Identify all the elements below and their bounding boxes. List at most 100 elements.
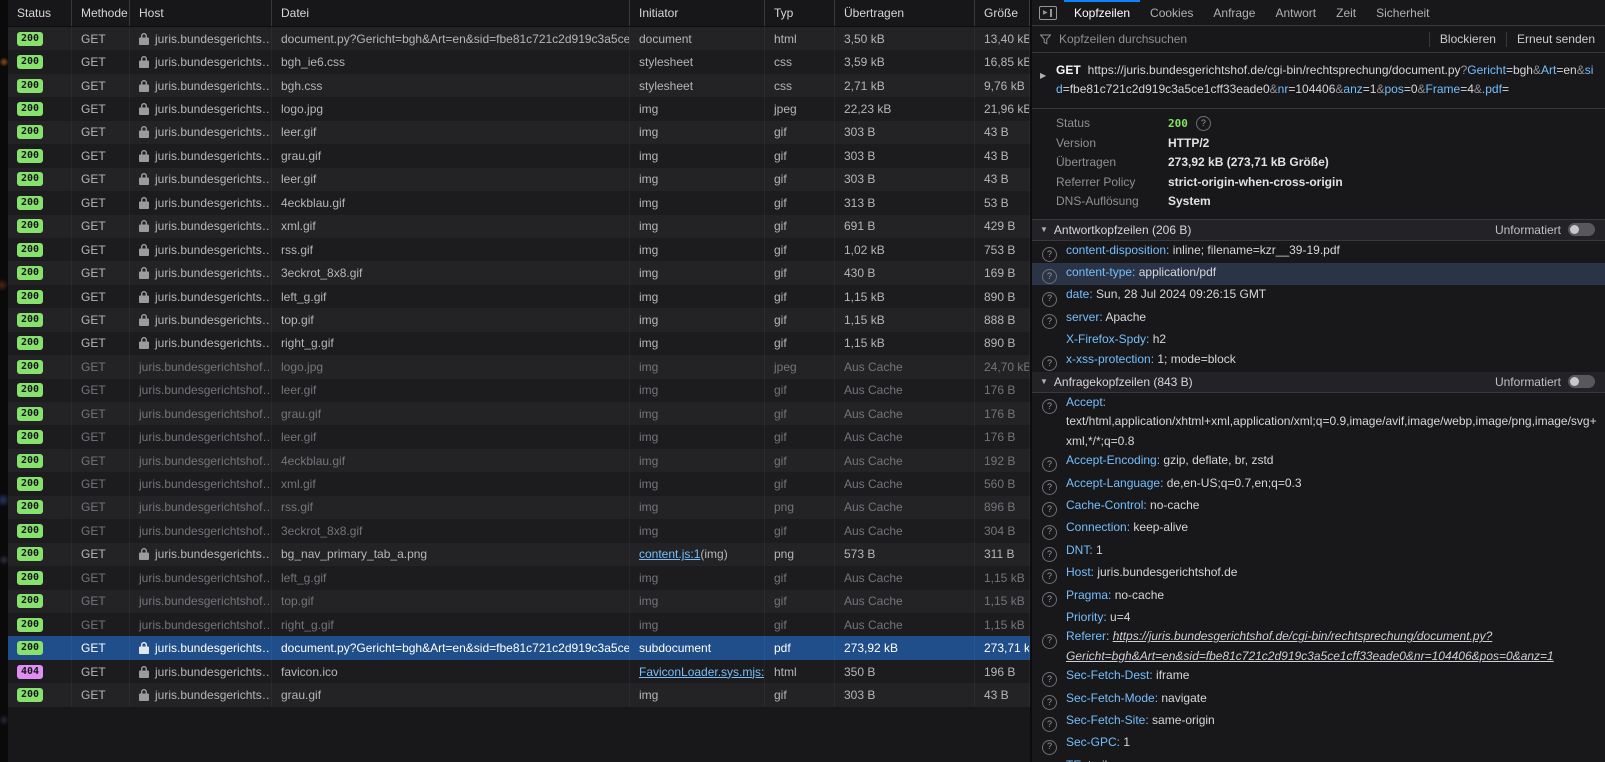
request-row[interactable]: 200GETjuris.bundesgerichtshof…leer.gifim… [8,425,1030,448]
column-header-methode[interactable]: Methode [72,0,130,26]
host-cell: juris.bundesgerichts… [130,50,272,73]
initiator-text: stylesheet [639,55,693,69]
tab-sicherheit[interactable]: Sicherheit [1366,0,1439,25]
question-circle-icon[interactable]: ? [1042,717,1057,732]
section-header[interactable]: ▼Antwortkopfzeilen (206 B)Unformatiert [1032,220,1605,241]
request-row[interactable]: 200GETjuris.bundesgerichts…bgh_ie6.cssst… [8,50,1030,73]
request-row[interactable]: 404GETjuris.bundesgerichts…favicon.icoFa… [8,660,1030,683]
request-row[interactable]: 200GETjuris.bundesgerichtshof…left_g.gif… [8,566,1030,589]
request-row[interactable]: 200GETjuris.bundesgerichtshof…xml.gifimg… [8,472,1030,495]
header-row[interactable]: ?Accept-Language: de,en-US;q=0.7,en;q=0.… [1032,474,1605,496]
question-circle-icon[interactable]: ? [1042,502,1057,517]
block-button[interactable]: Blockieren [1429,32,1506,47]
request-row[interactable]: 200GETjuris.bundesgerichts…leer.gifimggi… [8,168,1030,191]
request-row[interactable]: 200GETjuris.bundesgerichts…document.py?G… [8,636,1030,659]
column-header-status[interactable]: Status [8,0,72,26]
column-header-host[interactable]: Host [130,0,272,26]
header-row[interactable]: ?Sec-Fetch-Site: same-origin [1032,711,1605,733]
request-row[interactable]: 200GETjuris.bundesgerichtshof…grau.gifim… [8,402,1030,425]
initiator-link[interactable]: content.js:1 [639,547,700,561]
request-row[interactable]: 200GETjuris.bundesgerichts…leer.gifimggi… [8,121,1030,144]
column-header-übertragen[interactable]: Übertragen [835,0,975,26]
header-row[interactable]: ?Sec-GPC: 1 [1032,733,1605,755]
question-circle-icon[interactable]: ? [1042,547,1057,562]
tab-antwort[interactable]: Antwort [1265,0,1326,25]
question-circle-icon[interactable]: ? [1042,695,1057,710]
section-header[interactable]: ▼Anfragekopfzeilen (843 B)Unformatiert [1032,372,1605,393]
raw-toggle-switch[interactable] [1568,375,1595,388]
header-row[interactable]: Priority: u=4 [1032,608,1605,627]
request-row[interactable]: 200GETjuris.bundesgerichts…rss.gifimggif… [8,238,1030,261]
header-row[interactable]: X-Firefox-Spdy: h2 [1032,330,1605,349]
question-circle-icon[interactable]: ? [1042,672,1057,687]
request-row[interactable]: 200GETjuris.bundesgerichts…bg_nav_primar… [8,543,1030,566]
question-circle-icon[interactable]: ? [1042,525,1057,540]
tab-anfrage[interactable]: Anfrage [1203,0,1265,25]
request-row[interactable]: 200GETjuris.bundesgerichts…top.gifimggif… [8,308,1030,331]
question-circle-icon[interactable]: ? [1042,592,1057,607]
question-circle-icon[interactable]: ? [1196,116,1211,131]
header-row[interactable]: ?Cache-Control: no-cache [1032,496,1605,518]
column-header-initiator[interactable]: Initiator [630,0,765,26]
header-row[interactable]: ?Accept-Encoding: gzip, deflate, br, zst… [1032,451,1605,473]
question-circle-icon[interactable]: ? [1042,356,1057,371]
header-row[interactable]: ?Referer: https://juris.bundesgerichtsho… [1032,627,1605,666]
question-circle-icon[interactable]: ? [1042,314,1057,329]
question-circle-icon[interactable]: ? [1042,269,1057,284]
tab-kopfzeilen[interactable]: Kopfzeilen [1064,0,1140,25]
request-row[interactable]: 200GETjuris.bundesgerichts…bgh.cssstyles… [8,74,1030,97]
header-row[interactable]: ?content-type: application/pdf [1032,263,1605,285]
headers-search-input[interactable] [1057,31,1429,47]
header-row[interactable]: ?x-xss-protection: 1; mode=block [1032,350,1605,372]
request-row[interactable]: 200GETjuris.bundesgerichtshof…rss.gifimg… [8,496,1030,519]
request-row[interactable]: 200GETjuris.bundesgerichtshof…right_g.gi… [8,613,1030,636]
request-row[interactable]: 200GETjuris.bundesgerichtshof…logo.jpgim… [8,355,1030,378]
request-row[interactable]: 200GETjuris.bundesgerichts…grau.gifimggi… [8,144,1030,167]
host-cell: juris.bundesgerichts… [130,144,272,167]
initiator-link[interactable]: FaviconLoader.sys.mjs:1… [639,665,765,679]
question-circle-icon[interactable]: ? [1042,399,1057,414]
header-row[interactable]: ?DNT: 1 [1032,541,1605,563]
resend-button[interactable]: Erneut senden [1506,32,1605,47]
request-row[interactable]: 200GETjuris.bundesgerichts…xml.gifimggif… [8,215,1030,238]
question-circle-icon[interactable]: ? [1042,247,1057,262]
header-row[interactable]: ?Connection: keep-alive [1032,518,1605,540]
request-row[interactable]: 200GETjuris.bundesgerichtshof…4eckblau.g… [8,449,1030,472]
raw-toggle-switch[interactable] [1568,223,1595,236]
header-row[interactable]: ?Host: juris.bundesgerichtshof.de [1032,563,1605,585]
tab-cookies[interactable]: Cookies [1140,0,1203,25]
request-row[interactable]: 200GETjuris.bundesgerichts…logo.jpgimgjp… [8,97,1030,120]
host-text: juris.bundesgerichts… [155,219,272,233]
header-value[interactable]: https://juris.bundesgerichtshof.de/cgi-b… [1066,629,1554,662]
header-row[interactable]: ?content-disposition: inline; filename=k… [1032,241,1605,263]
question-circle-icon[interactable]: ? [1042,292,1057,307]
header-row[interactable]: ?server: Apache [1032,308,1605,330]
tab-zeit[interactable]: Zeit [1326,0,1366,25]
request-row[interactable]: 200GETjuris.bundesgerichtshof…top.gifimg… [8,590,1030,613]
request-row[interactable]: 200GETjuris.bundesgerichtshof…3eckrot_8x… [8,519,1030,542]
question-circle-icon[interactable]: ? [1042,634,1057,649]
question-circle-icon[interactable]: ? [1042,457,1057,472]
column-header-größe[interactable]: Größe [975,0,1030,26]
request-row[interactable]: 200GETjuris.bundesgerichts…4eckblau.gifi… [8,191,1030,214]
header-row[interactable]: ?Pragma: no-cache [1032,586,1605,608]
header-row[interactable]: ?Sec-Fetch-Dest: iframe [1032,666,1605,688]
header-row[interactable]: ?date: Sun, 28 Jul 2024 09:26:15 GMT [1032,285,1605,307]
url-twisty-icon[interactable]: ▶ [1040,61,1056,99]
column-header-datei[interactable]: Datei [272,0,630,26]
request-row[interactable]: 200GETjuris.bundesgerichts…3eckrot_8x8.g… [8,261,1030,284]
collapse-sidebar-button[interactable]: ▶ [1032,0,1064,25]
header-row[interactable]: ?Sec-Fetch-Mode: navigate [1032,689,1605,711]
request-row[interactable]: 200GETjuris.bundesgerichts…document.py?G… [8,27,1030,50]
question-circle-icon[interactable]: ? [1042,480,1057,495]
question-circle-icon[interactable]: ? [1042,740,1057,755]
column-header-typ[interactable]: Typ [765,0,835,26]
question-circle-icon[interactable]: ? [1042,569,1057,584]
request-row[interactable]: 200GETjuris.bundesgerichts…left_g.gifimg… [8,285,1030,308]
request-row[interactable]: 200GETjuris.bundesgerichtshof…leer.gifim… [8,379,1030,402]
header-row[interactable]: ?Accept: text/html,application/xhtml+xml… [1032,393,1605,451]
request-row[interactable]: 200GETjuris.bundesgerichts…right_g.gifim… [8,332,1030,355]
request-row[interactable]: 200GETjuris.bundesgerichts…grau.gifimggi… [8,683,1030,706]
header-row[interactable]: ?TE: trailers [1032,756,1605,762]
size-cell: 1,15 kB [975,566,1030,589]
